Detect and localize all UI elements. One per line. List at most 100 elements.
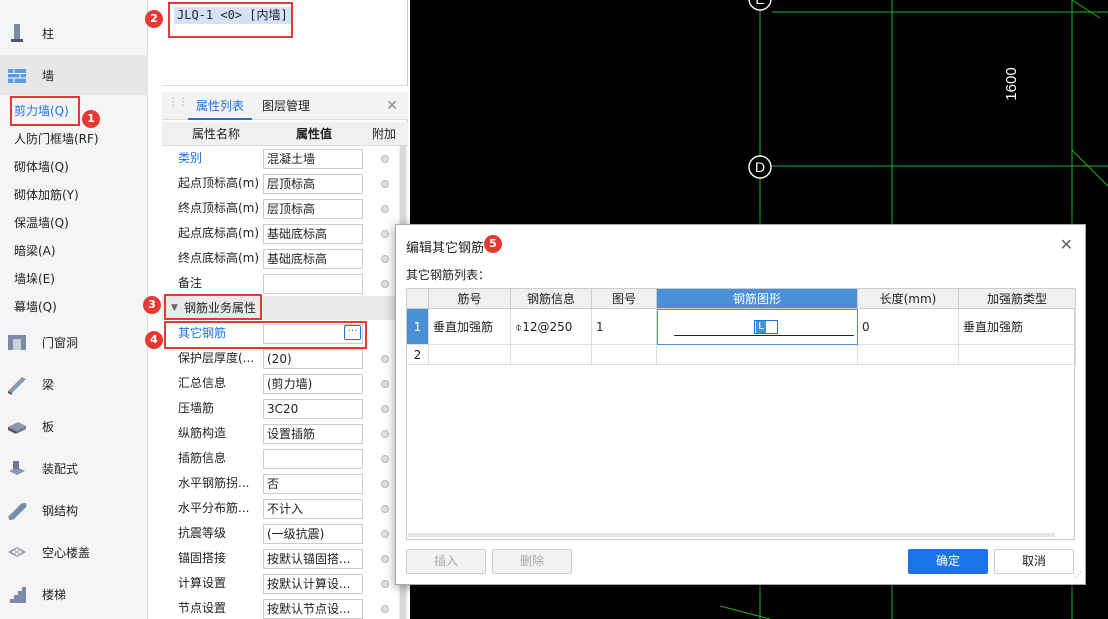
- cell-strengthen-type[interactable]: 垂直加强筋: [959, 309, 1076, 345]
- cell-rebar-info[interactable]: ⌽12@250: [511, 309, 592, 345]
- nav-item-curtain-wall[interactable]: 幕墙(Q): [14, 295, 57, 319]
- nav-category-prefab[interactable]: 装配式: [0, 448, 148, 488]
- property-row: 起点顶标高(m) 层顶标高: [162, 171, 400, 196]
- step-badge-4: 4: [145, 331, 163, 349]
- property-row: 汇总信息 (剪力墙): [162, 371, 400, 396]
- col-header-length[interactable]: 长度(mm): [858, 289, 959, 309]
- property-value[interactable]: 基础底标高: [263, 249, 363, 269]
- col-header-rebar-shape[interactable]: 钢筋图形: [657, 289, 858, 309]
- property-value[interactable]: 按默认锚固搭...: [263, 549, 363, 569]
- nav-category-slab[interactable]: 板: [0, 406, 148, 446]
- tab-property-list[interactable]: 属性列表: [188, 92, 253, 120]
- property-row: 水平钢筋拐... 否: [162, 471, 400, 496]
- col-header-rebar-info[interactable]: 钢筋信息: [511, 289, 592, 309]
- additional-checkbox[interactable]: [381, 555, 389, 563]
- cell-strengthen-type[interactable]: [959, 345, 1076, 365]
- door-window-icon: [8, 335, 26, 350]
- property-row: 计算设置 按默认计算设...: [162, 571, 400, 596]
- nav-category-wall[interactable]: 墙: [0, 55, 148, 95]
- row-number[interactable]: 2: [407, 345, 429, 365]
- property-value[interactable]: 按默认计算设...: [263, 574, 363, 594]
- cell-bar-name[interactable]: 垂直加强筋: [429, 309, 511, 345]
- property-value[interactable]: 基础底标高: [263, 224, 363, 244]
- grid-horizontal-scrollbar[interactable]: [408, 533, 1055, 537]
- property-name: 水平钢筋拐...: [178, 476, 250, 490]
- step-badge-3: 3: [143, 296, 161, 314]
- col-header-bar-no[interactable]: 筋号: [429, 289, 511, 309]
- col-header-figure-no[interactable]: 图号: [592, 289, 657, 309]
- nav-category-stair[interactable]: 楼梯: [0, 574, 148, 614]
- col-header-strengthen-type[interactable]: 加强筋类型: [959, 289, 1076, 309]
- nav-category-hollow-floor[interactable]: 空心楼盖: [0, 532, 148, 572]
- additional-checkbox[interactable]: [381, 355, 389, 363]
- additional-checkbox[interactable]: [381, 405, 389, 413]
- property-value[interactable]: 3C20: [263, 399, 363, 419]
- nav-item-insulation-wall[interactable]: 保温墙(Q): [14, 211, 69, 235]
- cell-length[interactable]: 0: [858, 309, 959, 345]
- step-badge-5: 5: [484, 235, 502, 253]
- additional-checkbox[interactable]: [381, 280, 389, 288]
- property-row: 起点底标高(m) 基础底标高: [162, 221, 400, 246]
- additional-checkbox[interactable]: [381, 480, 389, 488]
- close-icon[interactable]: ✕: [386, 98, 398, 114]
- additional-checkbox[interactable]: [381, 155, 389, 163]
- row-number[interactable]: 1: [407, 309, 429, 345]
- nav-category-column[interactable]: 柱: [0, 13, 148, 53]
- additional-checkbox[interactable]: [381, 230, 389, 238]
- resize-grip-icon[interactable]: ⋰: [1074, 571, 1082, 581]
- nav-category-steel-structure[interactable]: 钢结构: [0, 490, 148, 530]
- cell-bar-name[interactable]: [429, 345, 511, 365]
- cell-figure-no[interactable]: 1: [592, 309, 657, 345]
- nav-category-label: 空心楼盖: [42, 545, 91, 560]
- property-name: 汇总信息: [178, 376, 227, 390]
- nav-item-hidden-beam[interactable]: 暗梁(A): [14, 239, 56, 263]
- property-value[interactable]: 层顶标高: [263, 199, 363, 219]
- ok-button[interactable]: 确定: [908, 549, 988, 574]
- delete-button[interactable]: 删除: [492, 549, 572, 574]
- property-name: 节点设置: [178, 601, 227, 615]
- additional-checkbox[interactable]: [381, 455, 389, 463]
- property-value[interactable]: [263, 449, 363, 469]
- rebar-shape-label: L: [756, 321, 766, 333]
- property-value[interactable]: 不计入: [263, 499, 363, 519]
- additional-checkbox[interactable]: [381, 605, 389, 613]
- property-value[interactable]: (一级抗震): [263, 524, 363, 544]
- additional-checkbox[interactable]: [381, 530, 389, 538]
- property-value[interactable]: 按默认节点设...: [263, 599, 363, 619]
- property-value[interactable]: 混凝土墙: [263, 149, 363, 169]
- additional-checkbox[interactable]: [381, 430, 389, 438]
- cell-rebar-info[interactable]: [511, 345, 592, 365]
- property-value[interactable]: 设置插筋: [263, 424, 363, 444]
- property-value[interactable]: (剪力墙): [263, 374, 363, 394]
- drag-handle-icon[interactable]: ⋮⋮: [168, 98, 188, 112]
- nav-item-masonry-rebar[interactable]: 砌体加筋(Y): [14, 183, 79, 207]
- property-name: 保护层厚度(...: [178, 351, 255, 365]
- tab-layer-manager[interactable]: 图层管理: [262, 92, 310, 120]
- property-name: 插筋信息: [178, 451, 227, 465]
- property-value[interactable]: 否: [263, 474, 363, 494]
- nav-category-beam[interactable]: 梁: [0, 364, 148, 404]
- nav-item-wall-pier[interactable]: 墙垛(E): [14, 267, 55, 291]
- additional-checkbox[interactable]: [381, 205, 389, 213]
- property-row: 节点设置 按默认节点设...: [162, 596, 400, 619]
- cell-rebar-shape[interactable]: [657, 345, 858, 365]
- additional-checkbox[interactable]: [381, 255, 389, 263]
- insert-button[interactable]: 插入: [406, 549, 486, 574]
- column-icon: [11, 24, 23, 42]
- property-value[interactable]: (20): [263, 349, 363, 369]
- additional-checkbox[interactable]: [381, 580, 389, 588]
- nav-item-masonry-wall[interactable]: 砌体墙(Q): [14, 155, 69, 179]
- cancel-button[interactable]: 取消: [994, 549, 1074, 574]
- additional-checkbox[interactable]: [381, 180, 389, 188]
- additional-checkbox[interactable]: [381, 505, 389, 513]
- additional-checkbox[interactable]: [381, 380, 389, 388]
- nav-category-door-window[interactable]: 门窗洞: [0, 322, 148, 362]
- property-name: 备注: [178, 276, 203, 290]
- property-value[interactable]: 层顶标高: [263, 174, 363, 194]
- property-value[interactable]: [263, 274, 363, 294]
- cell-length[interactable]: [858, 345, 959, 365]
- cell-figure-no[interactable]: [592, 345, 657, 365]
- cell-rebar-shape[interactable]: L: [657, 309, 858, 345]
- nav-item-civil-defense-wall[interactable]: 人防门框墙(RF): [14, 127, 99, 151]
- close-icon[interactable]: ✕: [1060, 235, 1073, 254]
